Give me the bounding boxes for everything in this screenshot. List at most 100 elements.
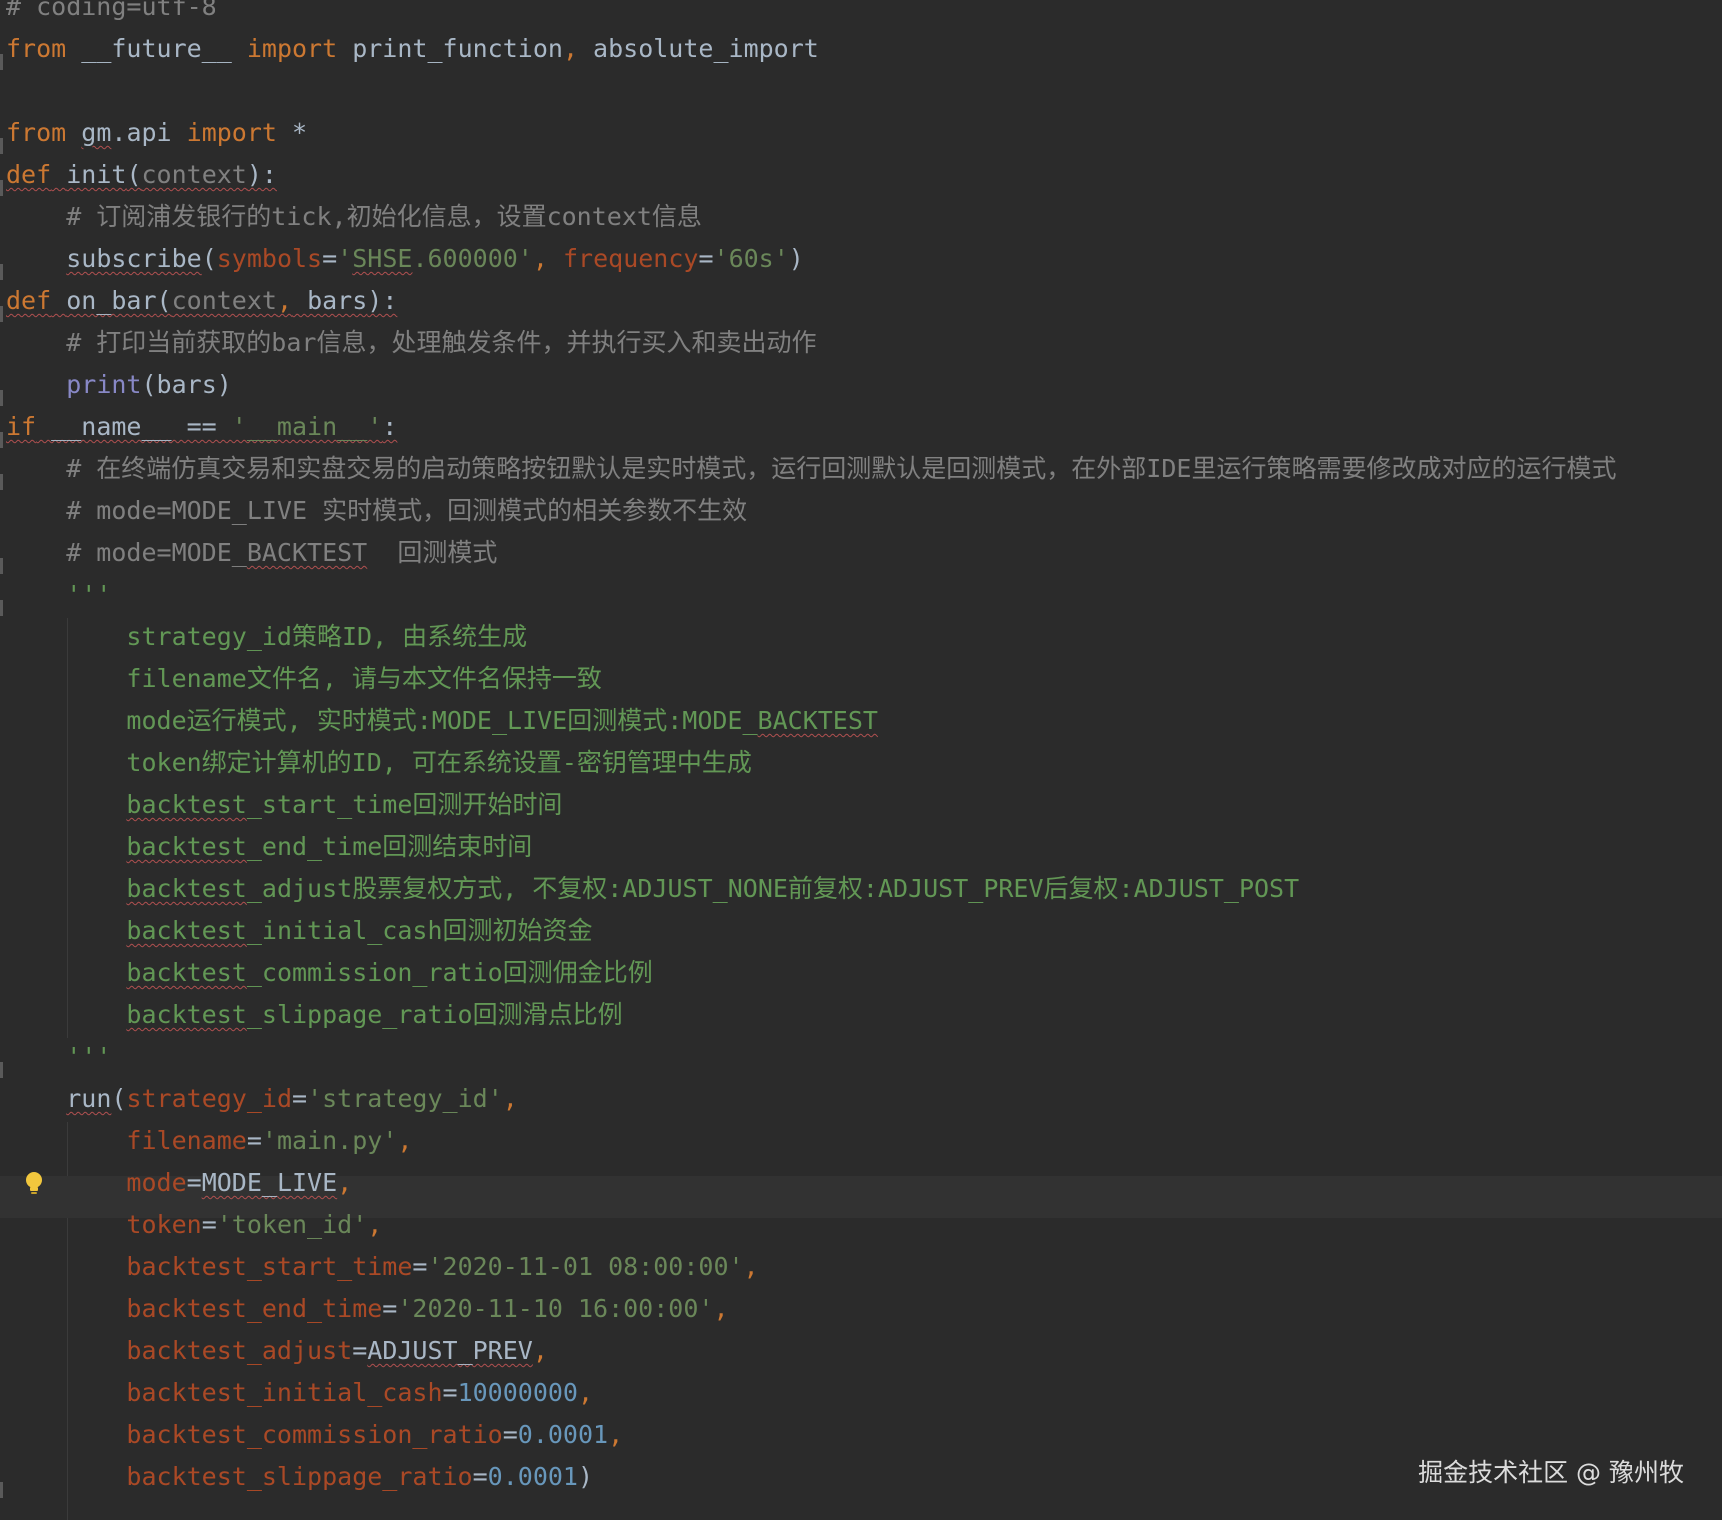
code-token: , <box>713 1294 729 1323</box>
code-token: (bars) <box>141 370 232 399</box>
code-line-text: # mode=MODE_BACKTEST 回测模式 <box>6 532 497 574</box>
code-token: = <box>352 1336 368 1365</box>
code-line[interactable]: from __future__ import print_function, a… <box>0 34 1722 84</box>
code-token: token绑定计算机的ID, 可在系统设置-密钥管理中生成 <box>6 748 752 777</box>
code-token: ) <box>788 244 804 273</box>
code-line-text: # 在终端仿真交易和实盘交易的启动策略按钮默认是实时模式，运行回测默认是回测模式… <box>6 448 1616 490</box>
fold-marker-icon[interactable] <box>0 432 3 448</box>
code-token: = <box>246 1126 262 1155</box>
code-token: __future__ <box>66 34 247 63</box>
code-token: = <box>322 244 338 273</box>
code-token: # 在终端仿真交易和实盘交易的启动策略按钮默认是实时模式，运行回测默认是回测模式… <box>6 454 1617 483</box>
code-token: init <box>66 160 127 189</box>
code-token: backtest_initial_cash <box>126 1378 443 1407</box>
code-area[interactable]: # coding=utf-8 from __future__ import pri… <box>0 0 1722 1512</box>
code-token: absolute_import <box>578 34 819 63</box>
code-token: , <box>562 34 578 63</box>
code-token: 10000000 <box>457 1378 578 1407</box>
code-token: : <box>382 412 398 441</box>
code-token: , <box>276 286 293 315</box>
fold-marker-icon[interactable] <box>0 54 3 70</box>
code-line-text: from __future__ import print_function, a… <box>6 28 819 70</box>
code-line[interactable]: # 打印当前获取的bar信息，处理触发条件，并执行买入和卖出动作 <box>0 328 1722 378</box>
code-token: if <box>6 412 37 441</box>
code-token: # coding=utf-8 <box>6 0 217 21</box>
code-token: context <box>141 160 247 189</box>
code-token: backtest <box>126 958 247 987</box>
code-token: = <box>698 244 714 273</box>
code-token: # mode=MODE_LIVE 实时模式，回测模式的相关参数不生效 <box>6 496 748 525</box>
code-token: backtest_adjust <box>126 1336 353 1365</box>
code-token: ) <box>577 1462 594 1491</box>
code-token: ADJUST_PREV <box>367 1336 533 1365</box>
watermark-text: 掘金技术社区 @ 豫州牧 <box>1418 1458 1684 1487</box>
code-token: , <box>532 1336 548 1365</box>
code-line-text: mode=MODE_LIVE, <box>6 1162 352 1204</box>
code-token: _slippage_ratio回测滑点比例 <box>246 1000 623 1029</box>
code-token: backtest <box>126 1000 247 1029</box>
code-token: = <box>442 1378 458 1407</box>
code-token: from <box>6 118 67 147</box>
code-token: subscribe <box>66 244 202 273</box>
code-line-text: filename='main.py', <box>6 1120 412 1162</box>
code-token: , <box>367 1210 383 1239</box>
fold-marker-icon[interactable] <box>0 474 3 490</box>
code-token: backtest <box>126 832 247 861</box>
code-token: = <box>382 1294 398 1323</box>
code-token: BACKTEST <box>757 706 878 735</box>
code-token: context <box>171 286 277 315</box>
fold-marker-icon[interactable] <box>0 1482 3 1498</box>
code-token: SHSE <box>352 244 413 273</box>
code-token: ''' <box>6 1042 112 1071</box>
code-line-text: def init(context): <box>6 154 277 196</box>
code-token: token <box>126 1210 202 1239</box>
code-token: , <box>608 1420 624 1449</box>
code-line[interactable]: backtest_slippage_ratio回测滑点比例 <box>0 1000 1722 1050</box>
code-token: backtest_commission_ratio <box>126 1420 503 1449</box>
code-token: import <box>246 34 338 63</box>
code-token: ( <box>111 1084 127 1113</box>
code-editor[interactable]: # coding=utf-8 from __future__ import pri… <box>0 0 1722 1520</box>
code-token: run <box>66 1084 112 1113</box>
code-token: _start_time回测开始时间 <box>246 790 563 819</box>
code-line-text: print(bars) <box>6 364 232 406</box>
fold-marker-icon[interactable] <box>0 1062 3 1078</box>
code-line-text: backtest_end_time='2020-11-10 16:00:00', <box>6 1288 729 1330</box>
code-line-text: if __name__ == '__main__': <box>6 406 397 448</box>
code-token: print <box>66 370 142 399</box>
fold-marker-icon[interactable] <box>0 600 3 616</box>
fold-marker-icon[interactable] <box>0 180 3 196</box>
code-token: = <box>201 1210 217 1239</box>
code-token: = <box>292 1084 308 1113</box>
code-line-text: ''' <box>6 1036 111 1078</box>
code-line-text: backtest_slippage_ratio回测滑点比例 <box>6 994 623 1036</box>
code-line-text: ''' <box>6 574 111 616</box>
fold-marker-icon[interactable] <box>0 558 3 574</box>
code-token: backtest <box>126 790 247 819</box>
code-line[interactable]: # mode=MODE_BACKTEST 回测模式 <box>0 538 1722 588</box>
fold-marker-icon[interactable] <box>0 138 3 154</box>
fold-marker-icon[interactable] <box>0 264 3 280</box>
code-token: _initial_cash回测初始资金 <box>246 916 593 945</box>
fold-marker-icon[interactable] <box>0 390 3 406</box>
code-token: _adjust股票复权方式, 不复权:ADJUST_NONE前复权:ADJUST… <box>246 874 1300 903</box>
code-token: ( <box>156 286 172 315</box>
code-line-text: backtest_adjust股票复权方式, 不复权:ADJUST_NONE前复… <box>6 868 1299 910</box>
code-line-text: def on_bar(context, bars): <box>6 280 397 322</box>
fold-marker-icon[interactable] <box>0 306 3 322</box>
code-token: backtest <box>126 916 247 945</box>
code-token: # mode=MODE_ <box>6 538 247 567</box>
